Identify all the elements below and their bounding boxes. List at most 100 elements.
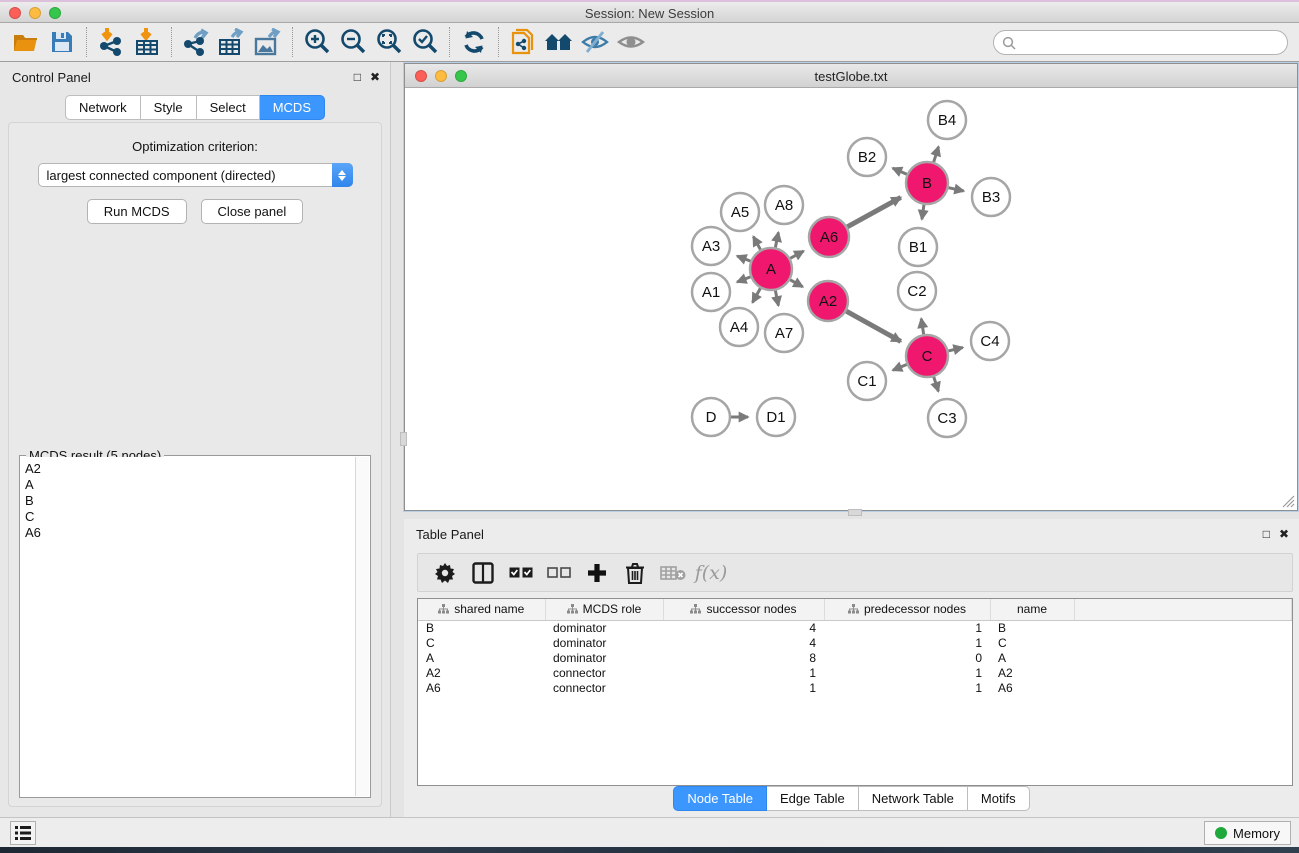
show-network-icon[interactable] — [613, 25, 649, 59]
zoom-selected-icon[interactable] — [407, 25, 443, 59]
table-row[interactable]: A2connector11A2 — [418, 665, 1292, 680]
window-resize-grip[interactable] — [1282, 495, 1295, 508]
open-session-file-icon[interactable] — [505, 25, 541, 59]
refresh-layout-icon[interactable] — [456, 25, 492, 59]
cell-predecessor-nodes[interactable]: 0 — [824, 650, 990, 665]
cell-successor-nodes[interactable]: 8 — [663, 650, 824, 665]
function-builder-icon[interactable]: f(x) — [694, 558, 728, 588]
export-image-icon[interactable] — [250, 25, 286, 59]
cell-predecessor-nodes[interactable]: 1 — [824, 665, 990, 680]
cell-MCDS-role[interactable]: dominator — [545, 635, 663, 650]
export-network-icon[interactable] — [178, 25, 214, 59]
tab-mcds[interactable]: MCDS — [260, 95, 325, 120]
memory-button[interactable]: Memory — [1204, 821, 1291, 845]
cell-name[interactable]: A6 — [990, 680, 1074, 695]
import-table-icon[interactable] — [129, 25, 165, 59]
task-history-button[interactable] — [10, 821, 36, 845]
edge-A-A1[interactable] — [737, 277, 750, 282]
tab-node-table[interactable]: Node Table — [673, 786, 767, 811]
save-session-icon[interactable] — [44, 25, 80, 59]
edge-B-B1[interactable] — [922, 205, 924, 219]
tab-network[interactable]: Network — [65, 95, 141, 120]
tab-network-table[interactable]: Network Table — [859, 786, 968, 811]
table-row[interactable]: Adominator80A — [418, 650, 1292, 665]
cell-successor-nodes[interactable]: 1 — [663, 665, 824, 680]
column-header-predecessor-nodes[interactable]: predecessor nodes — [824, 599, 990, 620]
zoom-fit-icon[interactable] — [371, 25, 407, 59]
result-item[interactable]: C — [25, 509, 351, 525]
close-panel-icon[interactable]: ✖ — [370, 71, 380, 83]
edge-A-A7[interactable] — [775, 291, 778, 306]
edge-C-C1[interactable] — [893, 364, 907, 370]
cell-shared-name[interactable]: C — [418, 635, 545, 650]
edge-A-A6[interactable] — [790, 251, 803, 258]
cell-shared-name[interactable]: A6 — [418, 680, 545, 695]
select-all-checkboxes-icon[interactable] — [504, 558, 538, 588]
search-field[interactable] — [993, 30, 1288, 55]
export-table-icon[interactable] — [214, 25, 250, 59]
float-panel-icon[interactable]: □ — [354, 71, 361, 83]
settings-gear-icon[interactable] — [428, 558, 462, 588]
edge-B-B4[interactable] — [934, 147, 939, 162]
edge-A6-B[interactable] — [847, 197, 900, 226]
edge-B-B3[interactable] — [948, 188, 963, 191]
table-row[interactable]: Cdominator41C — [418, 635, 1292, 650]
show-all-views-icon[interactable] — [541, 25, 577, 59]
cell-successor-nodes[interactable]: 4 — [663, 620, 824, 635]
network-window-titlebar[interactable]: testGlobe.txt — [405, 64, 1297, 88]
cell-name[interactable]: C — [990, 635, 1074, 650]
open-file-icon[interactable] — [8, 25, 44, 59]
run-mcds-button[interactable]: Run MCDS — [87, 199, 187, 224]
cell-successor-nodes[interactable]: 1 — [663, 680, 824, 695]
column-header-MCDS-role[interactable]: MCDS role — [545, 599, 663, 620]
edge-C-C2[interactable] — [921, 319, 923, 335]
edge-C-C3[interactable] — [934, 377, 939, 391]
table-row[interactable]: Bdominator41B — [418, 620, 1292, 635]
cell-MCDS-role[interactable]: dominator — [545, 650, 663, 665]
result-item[interactable]: A2 — [25, 461, 351, 477]
table-row[interactable]: A6connector11A6 — [418, 680, 1292, 695]
zoom-out-icon[interactable] — [335, 25, 371, 59]
mcds-result-list[interactable]: A2ABCA6 — [21, 457, 355, 796]
cell-MCDS-role[interactable]: connector — [545, 680, 663, 695]
optimization-criterion-select[interactable]: largest connected component (directed) — [38, 163, 353, 187]
cell-name[interactable]: A2 — [990, 665, 1074, 680]
close-panel-button[interactable]: Close panel — [201, 199, 304, 224]
column-header-successor-nodes[interactable]: successor nodes — [663, 599, 824, 620]
tab-style[interactable]: Style — [141, 95, 197, 120]
cell-predecessor-nodes[interactable]: 1 — [824, 620, 990, 635]
network-graph[interactable]: B4B2BB3A5A8A6B1A3AA1C2A2A4A7C4CC1C3DD1 — [405, 88, 1297, 511]
hide-network-icon[interactable] — [577, 25, 613, 59]
result-scrollbar[interactable] — [355, 457, 369, 796]
cell-shared-name[interactable]: A2 — [418, 665, 545, 680]
delete-column-icon[interactable] — [618, 558, 652, 588]
edge-B-B2[interactable] — [893, 168, 907, 174]
edge-A-A5[interactable] — [753, 237, 760, 250]
cell-predecessor-nodes[interactable]: 1 — [824, 635, 990, 650]
cell-shared-name[interactable]: B — [418, 620, 545, 635]
import-network-icon[interactable] — [93, 25, 129, 59]
column-header-shared-name[interactable]: shared name — [418, 599, 545, 620]
cell-predecessor-nodes[interactable]: 1 — [824, 680, 990, 695]
edge-A2-C[interactable] — [846, 311, 900, 341]
float-table-panel-icon[interactable]: □ — [1263, 528, 1270, 540]
edge-A-A3[interactable] — [737, 256, 750, 261]
deselect-all-checkboxes-icon[interactable] — [542, 558, 576, 588]
result-item[interactable]: A6 — [25, 525, 351, 541]
close-table-panel-icon[interactable]: ✖ — [1279, 528, 1289, 540]
node-table[interactable]: shared nameMCDS rolesuccessor nodesprede… — [417, 598, 1293, 786]
cell-MCDS-role[interactable]: connector — [545, 665, 663, 680]
column-header-name[interactable]: name — [990, 599, 1074, 620]
result-item[interactable]: A — [25, 477, 351, 493]
cell-name[interactable]: B — [990, 620, 1074, 635]
search-input[interactable] — [1021, 35, 1279, 50]
cell-MCDS-role[interactable]: dominator — [545, 620, 663, 635]
cell-name[interactable]: A — [990, 650, 1074, 665]
tab-edge-table[interactable]: Edge Table — [767, 786, 859, 811]
edge-A-A4[interactable] — [753, 288, 761, 302]
delete-table-icon[interactable] — [656, 558, 690, 588]
edge-A-A8[interactable] — [775, 232, 778, 247]
horizontal-splitter-handle[interactable] — [848, 509, 862, 516]
column-layout-icon[interactable] — [466, 558, 500, 588]
vertical-splitter-handle[interactable] — [400, 432, 407, 446]
